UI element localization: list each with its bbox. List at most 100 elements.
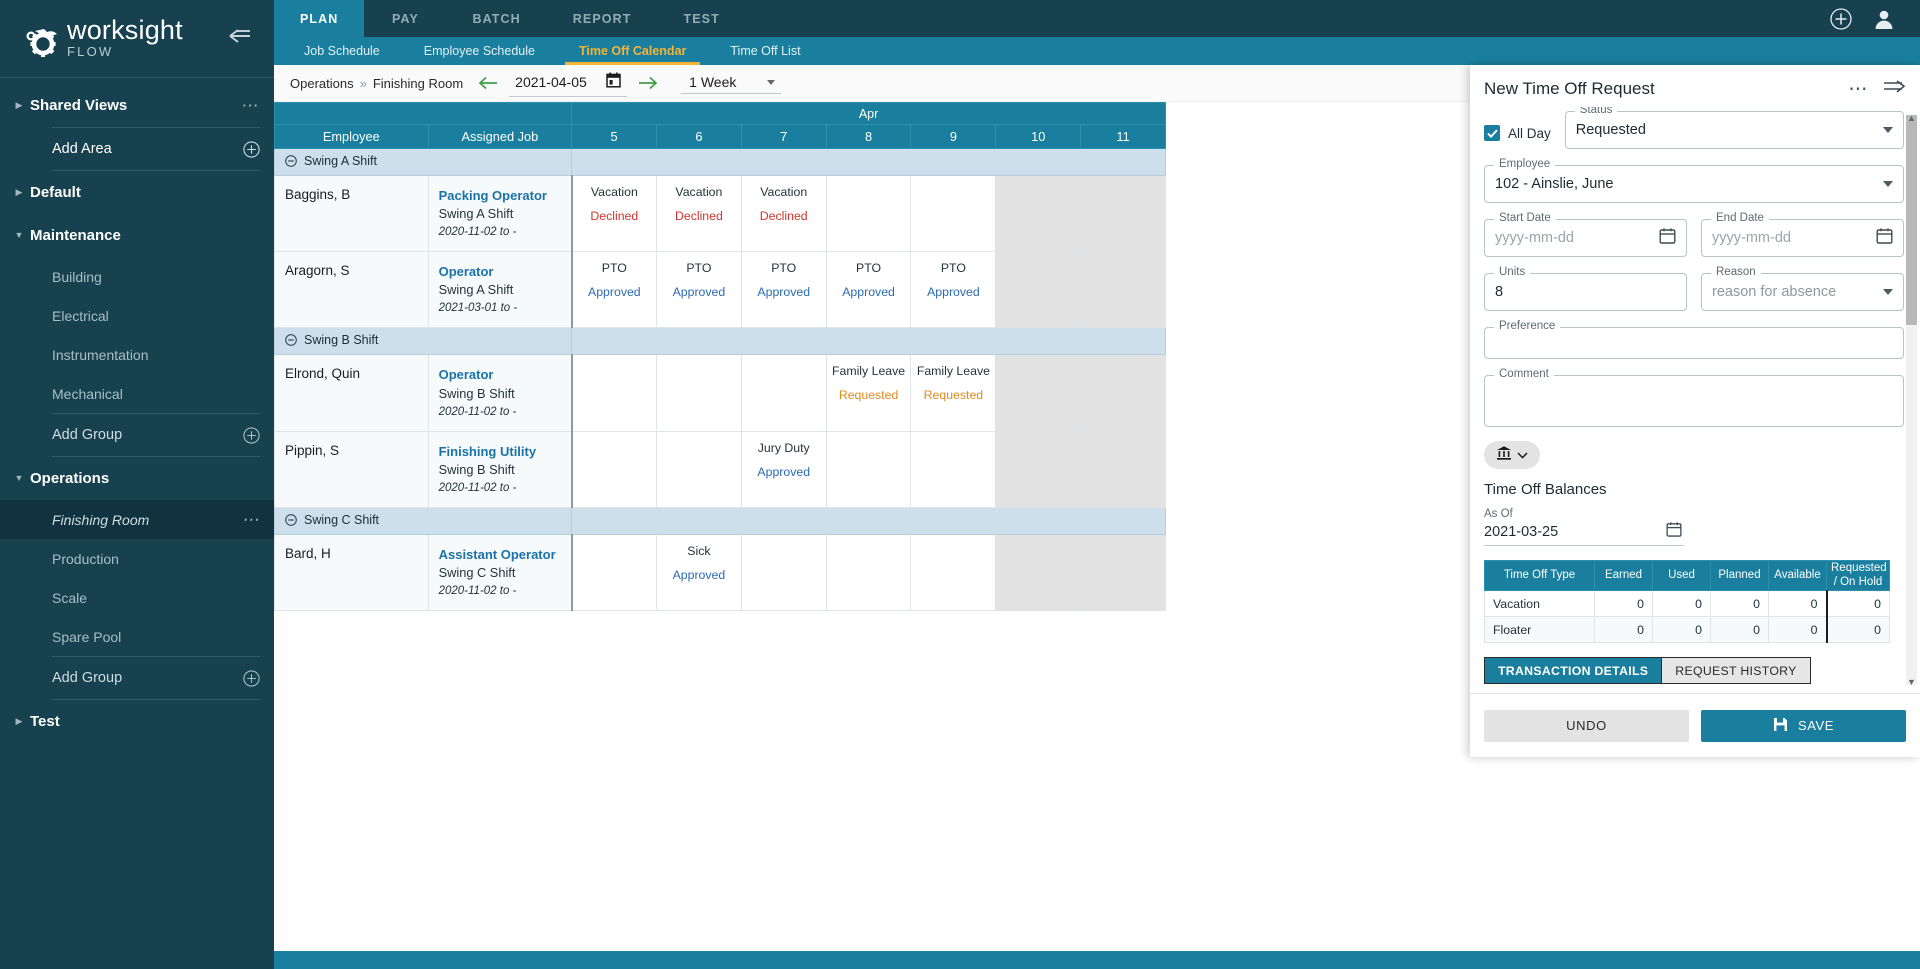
- collapse-group-icon[interactable]: [285, 334, 297, 349]
- user-account-icon[interactable]: [1874, 8, 1894, 30]
- sidebar-group-operations[interactable]: ▼ Operations: [0, 457, 274, 500]
- range-select[interactable]: 1 Week: [681, 72, 781, 94]
- sidebar-item-production[interactable]: Production: [0, 539, 274, 578]
- scrollbar-thumb[interactable]: [1906, 115, 1917, 325]
- event-cell[interactable]: PTO Approved: [911, 252, 996, 328]
- job-title[interactable]: Finishing Utility: [439, 442, 571, 461]
- sidebar-item-spare-pool[interactable]: Spare Pool: [0, 617, 274, 656]
- tab-batch[interactable]: BATCH: [446, 0, 546, 37]
- plus-circle-icon[interactable]: [243, 670, 260, 687]
- column-day-8[interactable]: 8: [826, 125, 911, 149]
- event-cell-empty[interactable]: [996, 252, 1081, 328]
- sidebar-item-instrumentation[interactable]: Instrumentation: [0, 335, 274, 374]
- column-day-6[interactable]: 6: [656, 125, 741, 149]
- event-cell-empty[interactable]: [572, 534, 657, 610]
- add-group-button-maintenance[interactable]: Add Group: [0, 414, 274, 456]
- event-cell-empty[interactable]: [656, 355, 741, 431]
- as-of-input[interactable]: 2021-03-25: [1484, 520, 1684, 546]
- tab-request-history[interactable]: REQUEST HISTORY: [1661, 657, 1810, 684]
- job-title[interactable]: Packing Operator: [439, 186, 571, 205]
- preference-input[interactable]: Preference: [1484, 327, 1904, 359]
- group-row-swing-c[interactable]: Swing C Shift: [275, 507, 1166, 534]
- event-cell-empty[interactable]: [996, 431, 1081, 507]
- event-cell-empty[interactable]: [996, 176, 1081, 252]
- sidebar-item-finishing-room[interactable]: Finishing Room ⋯: [0, 500, 274, 539]
- event-cell-empty[interactable]: [741, 534, 826, 610]
- calendar-icon[interactable]: [1876, 227, 1893, 249]
- event-cell-empty[interactable]: [1081, 176, 1166, 252]
- tab-plan[interactable]: PLAN: [274, 0, 364, 37]
- tab-test[interactable]: TEST: [657, 0, 745, 37]
- event-cell[interactable]: PTO Approved: [572, 252, 657, 328]
- table-row[interactable]: Bard, H Assistant Operator Swing C Shift…: [275, 534, 1166, 610]
- table-row[interactable]: Pippin, S Finishing Utility Swing B Shif…: [275, 431, 1166, 507]
- balance-source-button[interactable]: [1484, 441, 1540, 469]
- event-cell[interactable]: PTO Approved: [741, 252, 826, 328]
- calendar-icon[interactable]: [606, 72, 621, 93]
- collapse-group-icon[interactable]: [285, 514, 297, 529]
- tab-transaction-details[interactable]: TRANSACTION DETAILS: [1484, 657, 1661, 684]
- event-cell[interactable]: Family Leave Requested: [911, 355, 996, 431]
- column-employee[interactable]: Employee: [275, 125, 429, 149]
- breadcrumb-leaf[interactable]: Finishing Room: [373, 76, 463, 91]
- calendar-icon[interactable]: [1666, 521, 1682, 542]
- event-cell[interactable]: PTO Approved: [826, 252, 911, 328]
- event-cell[interactable]: Vacation Declined: [656, 176, 741, 252]
- event-cell[interactable]: Sick Approved: [656, 534, 741, 610]
- undo-button[interactable]: UNDO: [1484, 710, 1689, 742]
- event-cell[interactable]: Family Leave Requested: [826, 355, 911, 431]
- sidebar-item-electrical[interactable]: Electrical: [0, 296, 274, 335]
- tab-time-off-calendar[interactable]: Time Off Calendar: [557, 37, 708, 65]
- scroll-up-icon[interactable]: ▲: [1907, 113, 1916, 123]
- save-button[interactable]: SAVE: [1701, 710, 1906, 742]
- add-area-button[interactable]: Add Area: [0, 128, 274, 170]
- units-input[interactable]: Units 8: [1484, 273, 1687, 311]
- event-cell[interactable]: Jury Duty Approved: [741, 431, 826, 507]
- sidebar-group-maintenance[interactable]: ▼ Maintenance: [0, 214, 274, 257]
- tab-job-schedule[interactable]: Job Schedule: [282, 37, 402, 65]
- event-cell-empty[interactable]: [996, 355, 1081, 431]
- event-cell-empty[interactable]: [656, 431, 741, 507]
- event-cell-empty[interactable]: [826, 176, 911, 252]
- event-cell[interactable]: Vacation Declined: [741, 176, 826, 252]
- plus-circle-icon[interactable]: [243, 141, 260, 158]
- event-cell[interactable]: Vacation Declined: [572, 176, 657, 252]
- scroll-down-icon[interactable]: ▼: [1907, 677, 1916, 687]
- event-cell-empty[interactable]: [1081, 534, 1166, 610]
- plus-circle-icon[interactable]: [243, 427, 260, 444]
- column-assigned-job[interactable]: Assigned Job: [428, 125, 572, 149]
- next-period-icon[interactable]: [631, 76, 665, 90]
- event-cell-empty[interactable]: [572, 355, 657, 431]
- group-label-cell[interactable]: Swing B Shift: [275, 328, 572, 355]
- collapse-group-icon[interactable]: [285, 155, 297, 170]
- tab-time-off-list[interactable]: Time Off List: [708, 37, 822, 65]
- job-title[interactable]: Assistant Operator: [439, 545, 571, 564]
- tab-pay[interactable]: PAY: [364, 0, 446, 37]
- breadcrumb-root[interactable]: Operations: [290, 76, 354, 91]
- group-label-cell[interactable]: Swing C Shift: [275, 507, 572, 534]
- overflow-icon[interactable]: ⋯: [242, 511, 261, 528]
- event-cell-empty[interactable]: [572, 431, 657, 507]
- reason-select[interactable]: Reason reason for absence: [1701, 273, 1904, 311]
- employee-select[interactable]: Employee 102 - Ainslie, June: [1484, 165, 1904, 203]
- all-day-checkbox[interactable]: [1484, 125, 1500, 141]
- table-row[interactable]: Baggins, B Packing Operator Swing A Shif…: [275, 176, 1166, 252]
- panel-scrollbar[interactable]: ▲ ▼: [1906, 115, 1917, 685]
- sidebar-item-shared-views[interactable]: ▶ Shared Views ⋯: [0, 84, 274, 127]
- group-label-cell[interactable]: Swing A Shift: [275, 149, 572, 176]
- event-cell-empty[interactable]: [741, 355, 826, 431]
- event-cell-empty[interactable]: [911, 176, 996, 252]
- collapse-sidebar-icon[interactable]: [224, 24, 256, 53]
- add-group-button-operations[interactable]: Add Group: [0, 657, 274, 699]
- column-day-7[interactable]: 7: [741, 125, 826, 149]
- event-cell[interactable]: PTO Approved: [656, 252, 741, 328]
- sidebar-item-scale[interactable]: Scale: [0, 578, 274, 617]
- sidebar-group-default[interactable]: ▶ Default: [0, 171, 274, 214]
- job-title[interactable]: Operator: [439, 262, 571, 281]
- column-day-11[interactable]: 11: [1081, 125, 1166, 149]
- start-date-input[interactable]: Start Date yyyy-mm-dd: [1484, 219, 1687, 257]
- sidebar-item-mechanical[interactable]: Mechanical: [0, 374, 274, 413]
- event-cell-empty[interactable]: [826, 431, 911, 507]
- group-row-swing-b[interactable]: Swing B Shift: [275, 328, 1166, 355]
- overflow-icon[interactable]: ⋯: [242, 97, 261, 114]
